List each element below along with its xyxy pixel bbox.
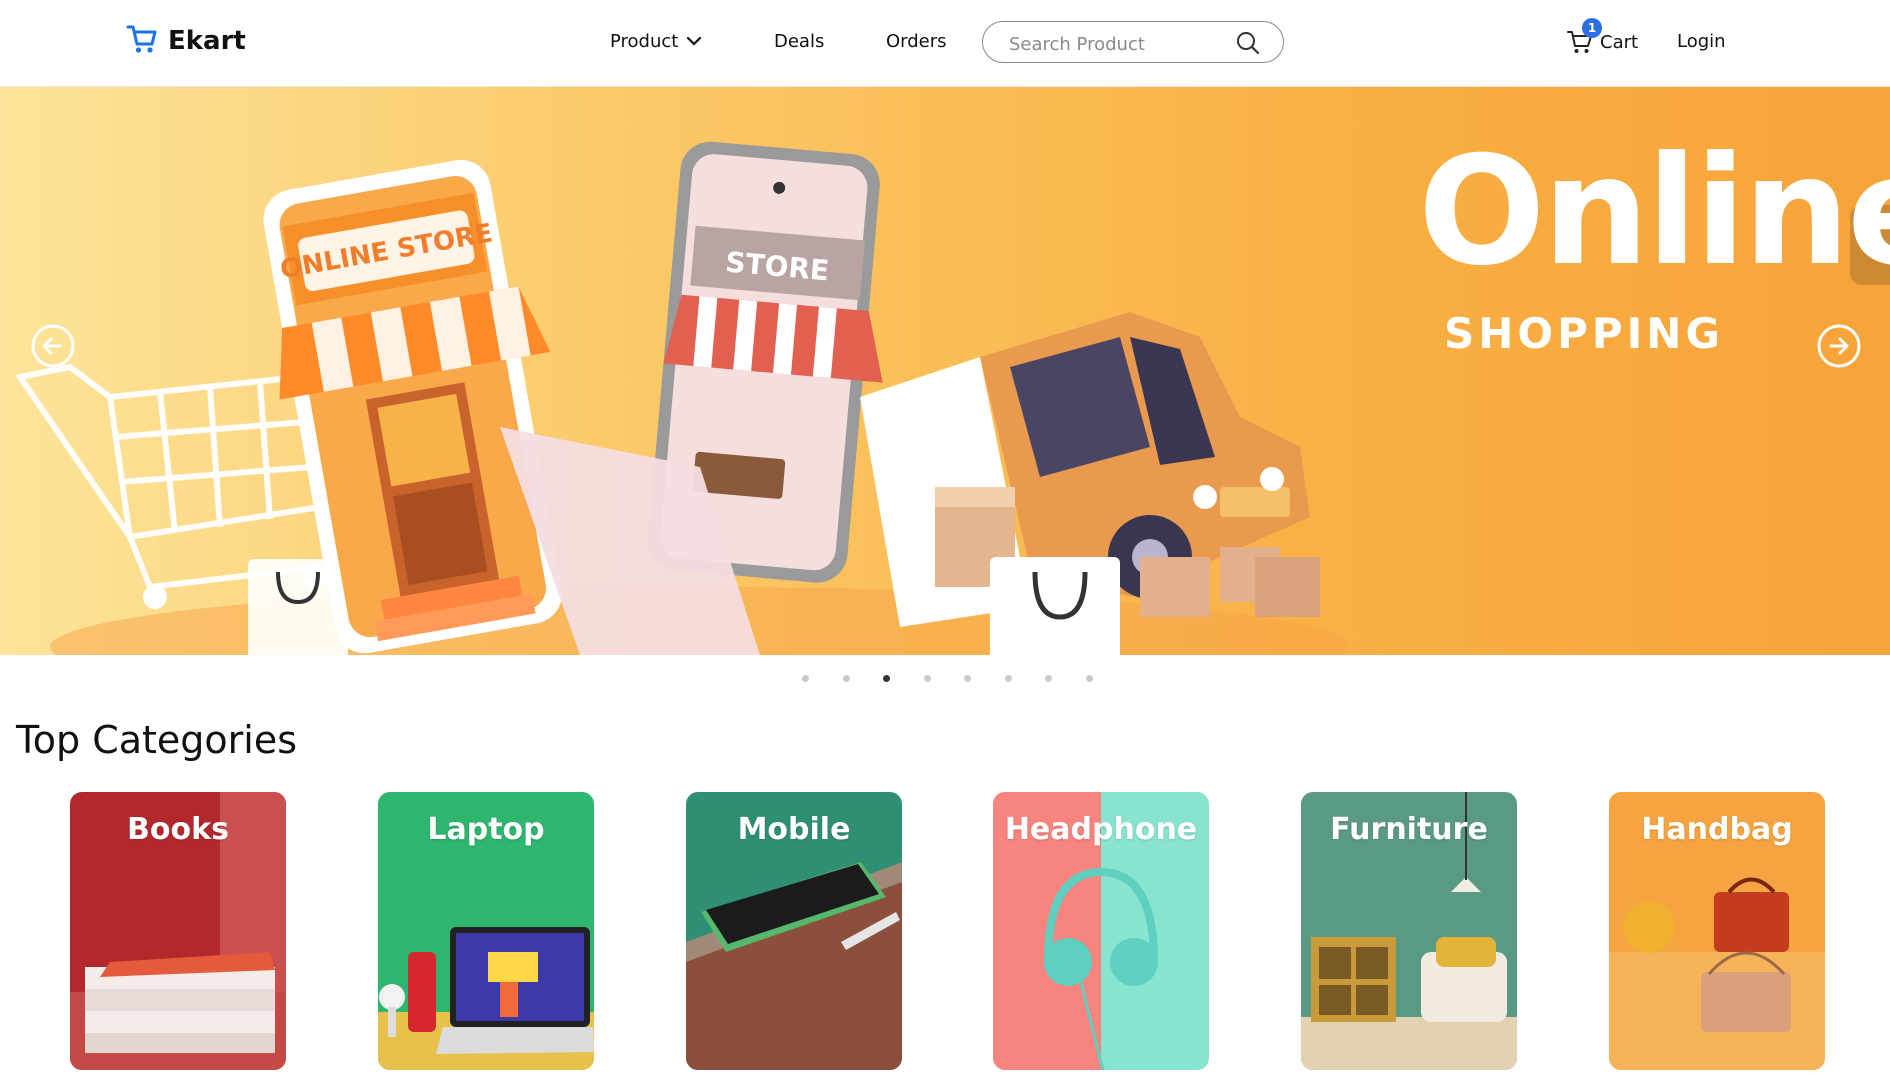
category-card-mobile[interactable]: Mobile: [686, 792, 902, 1070]
carousel-dot-1[interactable]: [802, 675, 809, 682]
chevron-down-icon: [686, 31, 702, 52]
hero-title: Online.: [1418, 125, 1890, 299]
category-card-furniture[interactable]: Furniture: [1301, 792, 1517, 1070]
search-box: [982, 21, 1284, 63]
category-label: Books: [127, 812, 229, 847]
carousel-indicators: [0, 675, 1890, 685]
cart-count-badge: 1: [1582, 18, 1602, 38]
carousel-dot-8[interactable]: [1085, 675, 1093, 682]
arrow-right-icon: [1817, 324, 1861, 368]
category-card-laptop[interactable]: Laptop: [378, 792, 594, 1070]
brand-name: Ekart: [168, 26, 246, 56]
cart-button[interactable]: 1 Cart: [1566, 18, 1639, 56]
hero-subtitle: SHOPPING: [1444, 309, 1724, 358]
login-link[interactable]: Login: [1677, 31, 1726, 52]
carousel-dot-2[interactable]: [842, 675, 850, 682]
hero-carousel: ONLINE STORE STORE Onlin SHOPPING: [0, 87, 1890, 655]
cart-icon: [126, 24, 158, 58]
search-input[interactable]: [1007, 31, 1231, 57]
nav-deals-link[interactable]: Deals: [774, 31, 824, 52]
nav-product-label: Product: [610, 31, 679, 52]
cart-label: Cart: [1600, 31, 1639, 53]
brand-logo[interactable]: Ekart: [126, 24, 246, 58]
carousel-dot-6[interactable]: [1004, 675, 1012, 682]
category-card-handbag[interactable]: Handbag: [1609, 792, 1825, 1070]
navbar: Ekart Product Deals Orders 1 Cart Login: [0, 0, 1890, 87]
category-card-headphone[interactable]: Headphone: [993, 792, 1209, 1070]
category-label: Headphone: [1004, 812, 1198, 847]
nav-product-dropdown[interactable]: Product: [610, 31, 702, 52]
category-label: Laptop: [427, 812, 545, 847]
carousel-dot-5[interactable]: [964, 675, 971, 682]
carousel-dot-3[interactable]: [883, 675, 890, 682]
nav-orders-link[interactable]: Orders: [886, 31, 947, 52]
carousel-dot-4[interactable]: [923, 675, 931, 682]
search-icon[interactable]: [1235, 30, 1261, 60]
category-card-books[interactable]: Books: [70, 792, 286, 1070]
section-title: Top Categories: [16, 718, 298, 762]
carousel-dot-7[interactable]: [1045, 675, 1052, 682]
carousel-prev-button[interactable]: [30, 323, 76, 369]
category-label: Mobile: [737, 812, 851, 847]
shopping-cart-icon: 1: [1566, 18, 1602, 56]
arrow-left-icon: [31, 324, 75, 368]
category-label: Furniture: [1330, 812, 1488, 847]
carousel-next-button[interactable]: [1816, 323, 1862, 369]
category-label: Handbag: [1641, 812, 1793, 847]
